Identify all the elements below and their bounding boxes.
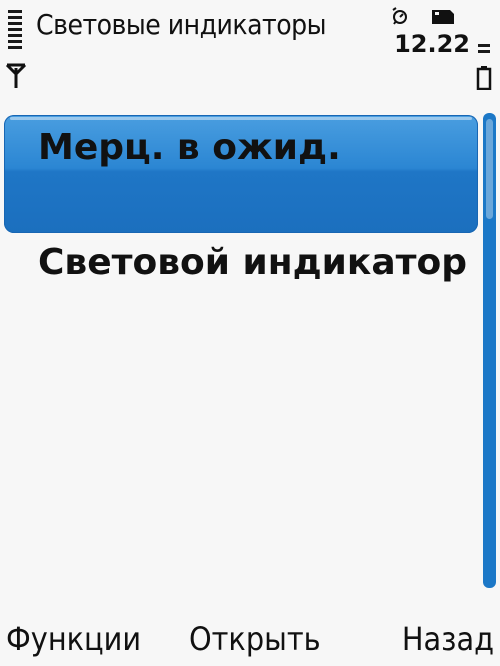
alarm-clock-icon [392, 7, 407, 25]
scrollbar-thumb[interactable] [486, 119, 493, 219]
scrollbar[interactable] [483, 113, 496, 588]
open-softkey[interactable]: Открыть [189, 620, 321, 658]
sim-card-icon [432, 10, 454, 24]
options-softkey[interactable]: Функции [6, 620, 141, 658]
list-item-label: Световой индикатор [38, 242, 467, 283]
status-bar: Световые индикаторы 12.22 [0, 0, 500, 100]
signal-strength-indicator [8, 10, 22, 52]
clock: 12.22 [394, 30, 470, 58]
list-item-light-indicator[interactable]: Световой индикатор [4, 235, 478, 353]
battery-level-indicator [478, 44, 490, 56]
antenna-icon [5, 63, 27, 88]
battery-icon [476, 66, 492, 90]
back-softkey[interactable]: Назад [402, 620, 494, 658]
list-item-blink-standby[interactable]: Мерц. в ожид. [4, 115, 478, 233]
list-item-label: Мерц. в ожид. [38, 127, 341, 168]
softkey-bar: Функции Открыть Назад [0, 616, 500, 666]
page-title: Световые индикаторы [36, 8, 327, 41]
